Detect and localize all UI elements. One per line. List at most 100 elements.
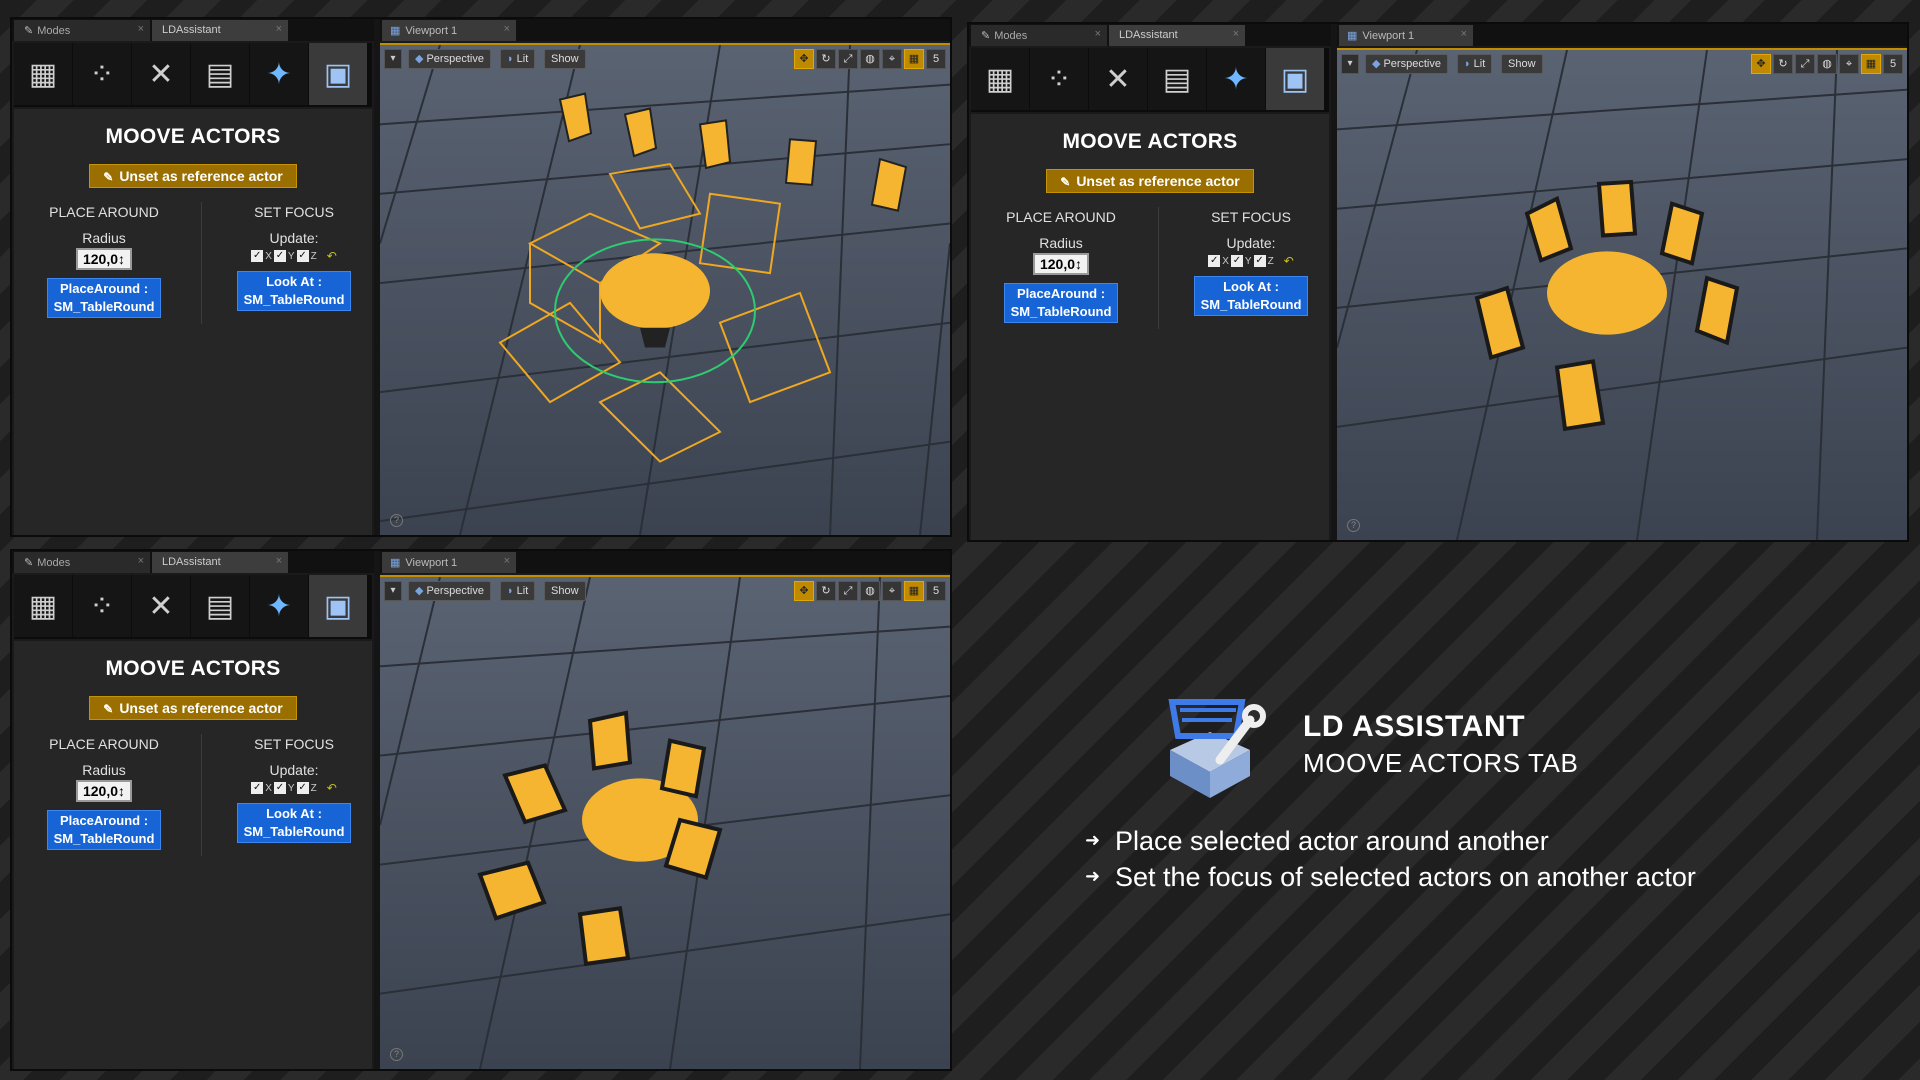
wrench-icon[interactable]: ✕: [1089, 48, 1147, 110]
reset-icon[interactable]: ↶: [1284, 254, 1294, 268]
unset-reference-button[interactable]: ✎ Unset as reference actor: [1046, 169, 1254, 193]
foliage-icon[interactable]: ✦: [250, 43, 308, 105]
viewport-menu-dropdown[interactable]: ▾: [384, 49, 402, 69]
close-icon[interactable]: ×: [1095, 28, 1101, 40]
place-mode-icon[interactable]: ▦: [14, 575, 72, 637]
snap-icon[interactable]: ⌖: [882, 581, 902, 601]
paint-mode-icon[interactable]: ⁘: [73, 575, 131, 637]
unset-reference-button[interactable]: ✎ Unset as reference actor: [89, 164, 297, 188]
place-mode-icon[interactable]: ▦: [14, 43, 72, 105]
tab-modes[interactable]: ✎ Modes ×: [971, 25, 1107, 46]
ld-assistant-icon[interactable]: ▣: [309, 43, 367, 105]
perspective-button[interactable]: ◆ Perspective: [1365, 54, 1448, 74]
rotate-icon[interactable]: ↻: [816, 581, 836, 601]
rotate-icon[interactable]: ↻: [816, 49, 836, 69]
tab-ldassistant[interactable]: LDAssistant ×: [1109, 25, 1245, 46]
viewport-scene[interactable]: ▾ ◆ Perspective ◗ Lit Show ✥ ↻ ⤢ ◍ ⌖ ▦ 5 ?: [1337, 48, 1907, 540]
grid-size-value[interactable]: 5: [926, 581, 946, 601]
close-icon[interactable]: ×: [1233, 28, 1239, 40]
show-button[interactable]: Show: [1501, 54, 1543, 74]
grid-size-value[interactable]: 5: [1883, 54, 1903, 74]
tab-ldassistant[interactable]: LDAssistant ×: [152, 552, 288, 573]
checkbox-z[interactable]: ✓: [1253, 255, 1266, 267]
perspective-button[interactable]: ◆ Perspective: [408, 581, 491, 601]
scale-icon[interactable]: ⤢: [1795, 54, 1815, 74]
paint-mode-icon[interactable]: ⁘: [73, 43, 131, 105]
checkbox-y[interactable]: ✓: [273, 250, 286, 262]
paint-mode-icon[interactable]: ⁘: [1030, 48, 1088, 110]
grid-snap-icon[interactable]: ▦: [904, 49, 924, 69]
radius-input[interactable]: 120,0↕: [76, 780, 132, 802]
look-at-button[interactable]: Look At : SM_TableRound: [237, 803, 351, 843]
checkbox-x[interactable]: ✓: [251, 782, 264, 794]
show-button[interactable]: Show: [544, 49, 586, 69]
tab-modes[interactable]: ✎ Modes ×: [14, 552, 150, 573]
close-icon[interactable]: ×: [504, 23, 510, 35]
grid-snap-icon[interactable]: ▦: [1861, 54, 1881, 74]
scale-icon[interactable]: ⤢: [838, 581, 858, 601]
world-icon[interactable]: ◍: [1817, 54, 1837, 74]
place-around-button[interactable]: PlaceAround : SM_TableRound: [47, 810, 161, 850]
close-icon[interactable]: ×: [276, 555, 282, 567]
lit-button[interactable]: ◗ Lit: [1457, 54, 1493, 74]
close-icon[interactable]: ×: [276, 23, 282, 35]
viewport-scene[interactable]: ▾ ◆ Perspective ◗ Lit Show ✥ ↻ ⤢ ◍ ⌖ ▦ 5 ?: [380, 43, 950, 535]
checkbox-z[interactable]: ✓: [296, 782, 309, 794]
checkbox-y[interactable]: ✓: [1230, 255, 1243, 267]
foliage-icon[interactable]: ✦: [250, 575, 308, 637]
close-icon[interactable]: ×: [138, 23, 144, 35]
translate-icon[interactable]: ✥: [794, 581, 814, 601]
checkbox-x[interactable]: ✓: [251, 250, 264, 262]
place-mode-icon[interactable]: ▦: [971, 48, 1029, 110]
snap-icon[interactable]: ⌖: [1839, 54, 1859, 74]
ld-assistant-icon[interactable]: ▣: [309, 575, 367, 637]
place-around-button[interactable]: PlaceAround : SM_TableRound: [1004, 283, 1118, 323]
world-icon[interactable]: ◍: [860, 49, 880, 69]
ld-assistant-icon[interactable]: ▣: [1266, 48, 1324, 110]
close-icon[interactable]: ×: [1461, 28, 1467, 40]
radius-input[interactable]: 120,0↕: [1033, 253, 1089, 275]
foliage-icon[interactable]: ✦: [1207, 48, 1265, 110]
place-around-button[interactable]: PlaceAround : SM_TableRound: [47, 278, 161, 318]
viewport-scene[interactable]: ▾ ◆ Perspective ◗ Lit Show ✥ ↻ ⤢ ◍ ⌖ ▦ 5 ?: [380, 575, 950, 1069]
tab-ldassistant[interactable]: LDAssistant ×: [152, 20, 288, 41]
tab-viewport[interactable]: ▦ Viewport 1 ×: [382, 552, 516, 573]
scale-icon[interactable]: ⤢: [838, 49, 858, 69]
lit-button[interactable]: ◗ Lit: [500, 49, 536, 69]
tab-modes[interactable]: ✎ Modes ×: [14, 20, 150, 41]
checkbox-y[interactable]: ✓: [273, 782, 286, 794]
reset-icon[interactable]: ↶: [327, 249, 337, 263]
checkbox-z[interactable]: ✓: [296, 250, 309, 262]
close-icon[interactable]: ×: [504, 555, 510, 567]
translate-icon[interactable]: ✥: [794, 49, 814, 69]
checkbox-x[interactable]: ✓: [1208, 255, 1221, 267]
unset-reference-button[interactable]: ✎ Unset as reference actor: [89, 696, 297, 720]
show-button[interactable]: Show: [544, 581, 586, 601]
help-icon[interactable]: ?: [1347, 519, 1360, 532]
look-at-button[interactable]: Look At : SM_TableRound: [1194, 276, 1308, 316]
wrench-icon[interactable]: ✕: [132, 43, 190, 105]
tab-viewport[interactable]: ▦ Viewport 1 ×: [382, 20, 516, 41]
notes-icon[interactable]: ▤: [1148, 48, 1206, 110]
snap-icon[interactable]: ⌖: [882, 49, 902, 69]
help-icon[interactable]: ?: [390, 514, 403, 527]
world-icon[interactable]: ◍: [860, 581, 880, 601]
look-at-button[interactable]: Look At : SM_TableRound: [237, 271, 351, 311]
reset-icon[interactable]: ↶: [327, 781, 337, 795]
tab-viewport[interactable]: ▦ Viewport 1 ×: [1339, 25, 1473, 46]
close-icon[interactable]: ×: [138, 555, 144, 567]
wrench-icon[interactable]: ✕: [132, 575, 190, 637]
viewport-menu-dropdown[interactable]: ▾: [384, 581, 402, 601]
translate-icon[interactable]: ✥: [1751, 54, 1771, 74]
rotate-icon[interactable]: ↻: [1773, 54, 1793, 74]
notes-icon[interactable]: ▤: [191, 575, 249, 637]
grid-size-value[interactable]: 5: [926, 49, 946, 69]
notes-icon[interactable]: ▤: [191, 43, 249, 105]
radius-input[interactable]: 120,0↕: [76, 248, 132, 270]
grid-snap-icon[interactable]: ▦: [904, 581, 924, 601]
help-icon[interactable]: ?: [390, 1048, 403, 1061]
feature-text: Place selected actor around another: [1115, 826, 1549, 856]
perspective-button[interactable]: ◆ Perspective: [408, 49, 491, 69]
viewport-menu-dropdown[interactable]: ▾: [1341, 54, 1359, 74]
lit-button[interactable]: ◗ Lit: [500, 581, 536, 601]
